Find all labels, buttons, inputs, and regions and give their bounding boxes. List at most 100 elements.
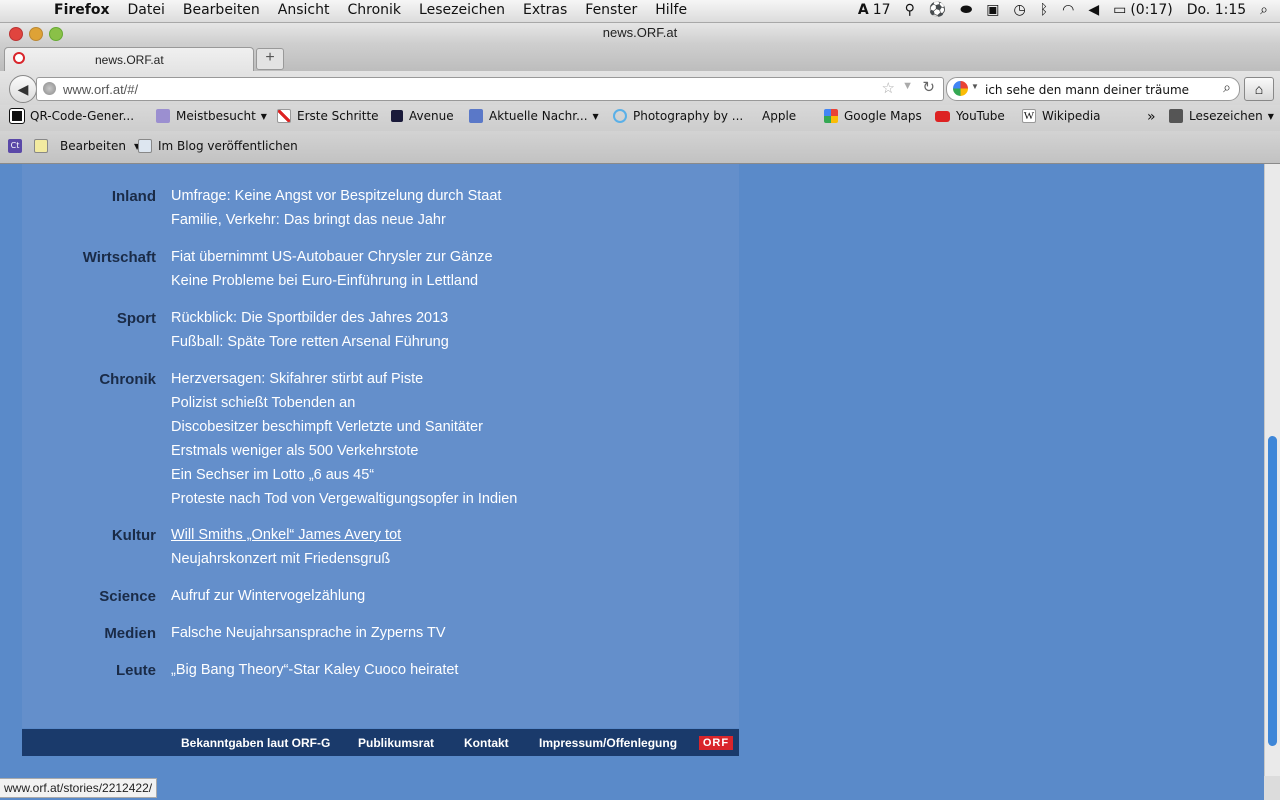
news-link[interactable]: Ein Sechser im Lotto „6 aus 45“: [171, 463, 517, 487]
battery-icon[interactable]: ▭: [1113, 2, 1126, 18]
news-link[interactable]: Proteste nach Tod von Vergewaltigungsopf…: [171, 487, 517, 511]
bookmark-youtube[interactable]: YouTube: [935, 109, 1005, 123]
wikipedia-icon: W: [1022, 109, 1036, 123]
footer-link-impressum[interactable]: Impressum/Offenlegung: [539, 736, 677, 750]
menu-bearbeiten[interactable]: Bearbeiten: [183, 2, 260, 18]
time-machine-icon[interactable]: ◷: [1013, 2, 1025, 18]
satellite-icon[interactable]: ⚲: [905, 2, 915, 18]
bluetooth-icon[interactable]: ᛒ: [1040, 2, 1048, 18]
news-link[interactable]: „Big Bang Theory“-Star Kaley Cuoco heira…: [171, 658, 458, 682]
tab-bar: news.ORF.at: [0, 43, 1280, 72]
search-icon[interactable]: ⌕: [1223, 79, 1231, 96]
bookmark-apple[interactable]: Apple: [756, 109, 796, 123]
search-input[interactable]: [983, 81, 1207, 99]
bookmarks-menu-button[interactable]: Lesezeichen ▼: [1169, 109, 1274, 123]
menu-extras[interactable]: Extras: [523, 2, 567, 18]
orf-logo[interactable]: ORF: [699, 736, 733, 750]
vertical-scrollbar[interactable]: [1264, 164, 1280, 776]
news-link[interactable]: Fiat übernimmt US-Autobauer Chrysler zur…: [171, 245, 493, 269]
news-link[interactable]: Umfrage: Keine Angst vor Bespitzelung du…: [171, 184, 501, 208]
site-identity-icon[interactable]: [43, 82, 56, 95]
news-link[interactable]: Polizist schießt Tobenden an: [171, 391, 517, 415]
bookmarks-overflow-button[interactable]: »: [1147, 109, 1156, 125]
news-link[interactable]: Fußball: Späte Tore retten Arsenal Führu…: [171, 330, 449, 354]
bookmark-avenue[interactable]: Avenue: [391, 109, 454, 123]
wifi-icon[interactable]: ◠: [1062, 2, 1074, 18]
scrollbar-thumb[interactable]: [1268, 436, 1277, 746]
volume-icon[interactable]: ◀: [1088, 2, 1099, 18]
search-bar[interactable]: ▼ ⌕: [946, 77, 1240, 101]
bookmark-erste-schritte[interactable]: Erste Schritte: [277, 109, 379, 123]
clock[interactable]: Do. 1:15: [1187, 2, 1246, 18]
menu-fenster[interactable]: Fenster: [585, 2, 637, 18]
news-link[interactable]: Erstmals weniger als 500 Verkehrstote: [171, 439, 517, 463]
bookmark-label: Erste Schritte: [297, 109, 379, 123]
news-link-hovered[interactable]: Will Smiths „Onkel“ James Avery tot: [171, 523, 401, 547]
spotlight-icon[interactable]: ⌕: [1260, 2, 1268, 18]
google-search-engine-icon[interactable]: [953, 81, 968, 96]
chevron-down-icon: ▼: [592, 111, 599, 121]
news-link[interactable]: Herzversagen: Skifahrer stirbt auf Piste: [171, 367, 517, 391]
home-button[interactable]: ⌂: [1244, 77, 1274, 101]
adobe-count: 17: [872, 2, 891, 18]
publish-blog-button[interactable]: Im Blog veröffentlichen: [138, 139, 298, 153]
bookmarks-toolbar: QR-Code-Gener... Meistbesucht ▼ Erste Sc…: [0, 105, 1280, 131]
footer-link-publikumsrat[interactable]: Publikumsrat: [358, 736, 434, 750]
edit-label: Bearbeiten: [60, 139, 126, 153]
menu-hilfe[interactable]: Hilfe: [655, 2, 687, 18]
bookmark-star-icon[interactable]: ☆: [882, 79, 895, 97]
bookmark-label: Avenue: [409, 109, 454, 123]
adobe-icon[interactable]: A: [858, 2, 869, 18]
back-button[interactable]: ◀: [9, 75, 37, 103]
soccer-icon[interactable]: ⚽: [929, 2, 946, 18]
url-input[interactable]: [61, 80, 845, 98]
footer-link-bekanntgaben[interactable]: Bekanntgaben laut ORF-G: [181, 736, 330, 750]
news-link[interactable]: Neujahrskonzert mit Friedensgruß: [171, 547, 401, 571]
bookmark-wikipedia[interactable]: W Wikipedia: [1022, 109, 1101, 123]
news-link[interactable]: Rückblick: Die Sportbilder des Jahres 20…: [171, 306, 449, 330]
news-link[interactable]: Aufruf zur Wintervogelzählung: [171, 584, 365, 608]
bookmark-qr-code[interactable]: QR-Code-Gener...: [9, 108, 134, 124]
zoom-window-icon[interactable]: [49, 27, 63, 41]
menu-datei[interactable]: Datei: [128, 2, 165, 18]
orf-favicon-icon: [13, 52, 25, 64]
reload-icon[interactable]: ↻: [922, 78, 935, 96]
search-engine-dropdown-icon[interactable]: ▼: [971, 82, 979, 91]
footer-link-kontakt[interactable]: Kontakt: [464, 736, 509, 750]
menu-chronik[interactable]: Chronik: [348, 2, 402, 18]
bookmark-photography[interactable]: Photography by ...: [613, 109, 743, 123]
menu-firefox[interactable]: Firefox: [54, 2, 110, 18]
url-bar[interactable]: ☆ ▼ ↻: [36, 77, 944, 101]
publish-label: Im Blog veröffentlichen: [158, 139, 298, 153]
bookmark-aktuelle-nachrichten[interactable]: Aktuelle Nachr... ▼: [469, 109, 599, 123]
news-link[interactable]: Discobesitzer beschimpft Verletzte und S…: [171, 415, 517, 439]
news-link[interactable]: Keine Probleme bei Euro-Einführung in Le…: [171, 269, 493, 293]
news-link[interactable]: Falsche Neujahrsansprache in Zyperns TV: [171, 621, 446, 645]
edit-pencil-icon: [34, 139, 48, 153]
bookmark-label: Wikipedia: [1042, 109, 1101, 123]
bookmark-meistbesucht[interactable]: Meistbesucht ▼: [156, 109, 267, 123]
window-resize-handle[interactable]: [1264, 776, 1280, 800]
news-link[interactable]: Familie, Verkehr: Das bringt das neue Ja…: [171, 208, 501, 232]
edit-button[interactable]: Bearbeiten ▼: [34, 139, 140, 153]
youtube-icon: [935, 110, 950, 122]
bookmark-label: YouTube: [956, 109, 1005, 123]
bookmark-google-maps[interactable]: Google Maps: [824, 109, 922, 123]
tab-news-orf[interactable]: news.ORF.at: [4, 47, 254, 72]
menu-ansicht[interactable]: Ansicht: [278, 2, 330, 18]
bookmark-label: Photography by ...: [633, 109, 744, 123]
bookmark-label: Apple: [762, 109, 797, 123]
rss-icon: [469, 109, 483, 123]
page-content: Inland Umfrage: Keine Angst vor Bespitze…: [0, 164, 1264, 776]
contribute-button[interactable]: Ct: [8, 139, 28, 153]
display-icon[interactable]: ▣: [986, 2, 999, 18]
url-history-dropdown-icon[interactable]: ▼: [902, 80, 913, 92]
menu-lesezeichen[interactable]: Lesezeichen: [419, 2, 505, 18]
status-link-url: www.orf.at/stories/2212422/: [0, 778, 158, 798]
window-title: news.ORF.at: [0, 23, 1280, 43]
drive-icon[interactable]: ⬬: [960, 2, 972, 18]
new-tab-button[interactable]: +: [256, 48, 284, 70]
bookmark-label: Aktuelle Nachr...: [489, 109, 588, 123]
close-window-icon[interactable]: [9, 27, 23, 41]
minimize-window-icon[interactable]: [29, 27, 43, 41]
